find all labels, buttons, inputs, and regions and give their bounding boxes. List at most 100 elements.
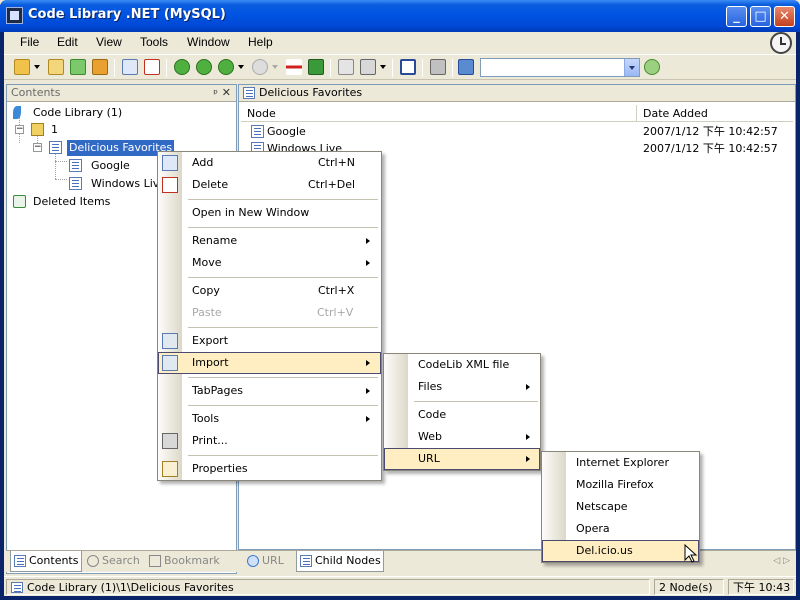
menu-item-rename[interactable]: Rename [158, 230, 381, 252]
forward-dropdown-icon[interactable] [238, 65, 244, 69]
menu-item-tools[interactable]: Tools [158, 408, 381, 430]
tab-scroll-arrows[interactable]: ◁ ▷ [773, 556, 790, 566]
contents-panel-header: Contents ᵖ ✕ [7, 85, 236, 102]
tab-url-label: URL [262, 554, 284, 567]
expander-icon[interactable]: − [15, 125, 24, 134]
insert-icon[interactable] [308, 59, 324, 75]
context-menu: Add Ctrl+N Delete Ctrl+Del Open in New W… [157, 151, 382, 481]
back-icon[interactable] [174, 59, 190, 75]
row-date: 2007/1/12 下午 10:42:57 [643, 125, 778, 138]
tab-bookmark[interactable]: Bookmark [146, 551, 222, 572]
mouse-cursor-icon [684, 544, 698, 563]
maximize-button[interactable]: □ [750, 6, 771, 27]
print-dropdown-icon[interactable] [380, 65, 386, 69]
menu-item-copy-shortcut: Ctrl+X [318, 284, 355, 297]
menu-item-codelib-xml[interactable]: CodeLib XML file [384, 354, 540, 376]
tab-child-nodes[interactable]: Child Nodes [296, 551, 384, 572]
menu-item-tabpages[interactable]: TabPages [158, 380, 381, 402]
delete-icon [162, 177, 178, 193]
next-dropdown-icon[interactable] [272, 65, 278, 69]
menu-view[interactable]: View [96, 35, 122, 49]
menu-item-open-label: Open in New Window [192, 206, 310, 219]
menu-separator [188, 227, 378, 228]
menu-item-netscape[interactable]: Netscape [542, 496, 699, 518]
tree-deleted-items-label: Deleted Items [33, 195, 111, 208]
folder-node-icon [243, 87, 255, 99]
menu-tools[interactable]: Tools [140, 35, 168, 49]
toolbar [4, 54, 796, 80]
menu-item-paste[interactable]: Paste Ctrl+V [158, 302, 381, 324]
toolbar-separator [422, 59, 423, 77]
right-tab-strip: URL Child Nodes ◁ ▷ [238, 550, 796, 572]
menu-item-delicious[interactable]: Del.icio.us [542, 540, 699, 562]
menu-item-copy[interactable]: Copy Ctrl+X [158, 280, 381, 302]
menu-file[interactable]: File [20, 35, 39, 49]
combo-dropdown-icon[interactable] [624, 59, 639, 76]
menu-item-export[interactable]: Export [158, 330, 381, 352]
menu-window[interactable]: Window [187, 35, 230, 49]
contents-tab-icon [14, 555, 26, 567]
menu-separator [188, 277, 378, 278]
table-row[interactable]: Google 2007/1/12 下午 10:42:57 [241, 123, 793, 140]
search-window-icon[interactable] [458, 59, 474, 75]
menu-item-print[interactable]: Print... [158, 430, 381, 452]
open-icon[interactable] [14, 59, 30, 75]
tree-node-windows-live-label: Windows Live [91, 177, 167, 190]
menu-edit[interactable]: Edit [57, 35, 78, 49]
refresh-icon[interactable] [70, 59, 86, 75]
tab-url[interactable]: URL [244, 551, 294, 572]
print-icon [162, 433, 178, 449]
remove-icon[interactable] [286, 59, 302, 75]
menu-item-tools-label: Tools [192, 412, 220, 425]
menu-item-web[interactable]: Web [384, 426, 540, 448]
open-dropdown-icon[interactable] [34, 65, 40, 69]
recycle-bin-icon [13, 195, 26, 208]
menu-item-firefox[interactable]: Mozilla Firefox [542, 474, 699, 496]
menu-item-open-new-window[interactable]: Open in New Window [158, 202, 381, 224]
app-icon[interactable] [6, 7, 23, 24]
menu-item-url[interactable]: URL [384, 448, 540, 470]
stats-icon[interactable] [92, 59, 108, 75]
menu-item-internet-explorer[interactable]: Internet Explorer [542, 452, 699, 474]
tab-search[interactable]: Search [84, 551, 144, 572]
menu-item-move[interactable]: Move [158, 252, 381, 274]
up-icon[interactable] [196, 59, 212, 75]
menu-item-code[interactable]: Code [384, 404, 540, 426]
pin-icon[interactable]: ᵖ [213, 86, 218, 102]
folder-icon[interactable] [48, 59, 64, 75]
preview-icon[interactable] [338, 59, 354, 75]
menu-item-delicious-label: Del.icio.us [576, 544, 633, 557]
menu-item-netscape-label: Netscape [576, 500, 628, 513]
menu-help[interactable]: Help [248, 35, 273, 49]
menu-item-firefox-label: Mozilla Firefox [576, 478, 654, 491]
tools-icon[interactable] [430, 59, 446, 75]
menu-item-add[interactable]: Add Ctrl+N [158, 152, 381, 174]
menu-item-files[interactable]: Files [384, 376, 540, 398]
next-icon[interactable] [252, 59, 268, 75]
new-node-icon[interactable] [122, 59, 138, 75]
search-combo[interactable] [480, 58, 640, 77]
expander-icon[interactable]: − [33, 143, 42, 152]
fullscreen-icon[interactable] [400, 59, 416, 75]
tab-contents[interactable]: Contents [10, 551, 82, 572]
status-bar: Code Library (1)\1\Delicious Favorites 2… [4, 576, 796, 596]
menu-item-import[interactable]: Import [158, 352, 381, 374]
menu-item-opera[interactable]: Opera [542, 518, 699, 540]
delete-node-icon[interactable] [144, 59, 160, 75]
close-button[interactable]: ✕ [774, 6, 795, 27]
menu-item-delete[interactable]: Delete Ctrl+Del [158, 174, 381, 196]
go-icon[interactable] [644, 59, 660, 75]
forward-icon[interactable] [218, 59, 234, 75]
panel-close-icon[interactable]: ✕ [222, 85, 231, 101]
menu-item-properties[interactable]: Properties [158, 458, 381, 480]
menu-item-web-label: Web [418, 430, 442, 443]
title-bar[interactable]: Code Library .NET (MySQL) _ □ ✕ [0, 0, 800, 32]
status-path-text: Code Library (1)\1\Delicious Favorites [27, 581, 234, 594]
tab-contents-label: Contents [29, 554, 79, 567]
column-header-date[interactable]: Date Added [637, 105, 793, 122]
minimize-button[interactable]: _ [726, 6, 747, 27]
menu-separator [188, 199, 378, 200]
print-icon[interactable] [360, 59, 376, 75]
column-header-node[interactable]: Node [241, 105, 637, 122]
toolbar-separator [392, 59, 393, 77]
